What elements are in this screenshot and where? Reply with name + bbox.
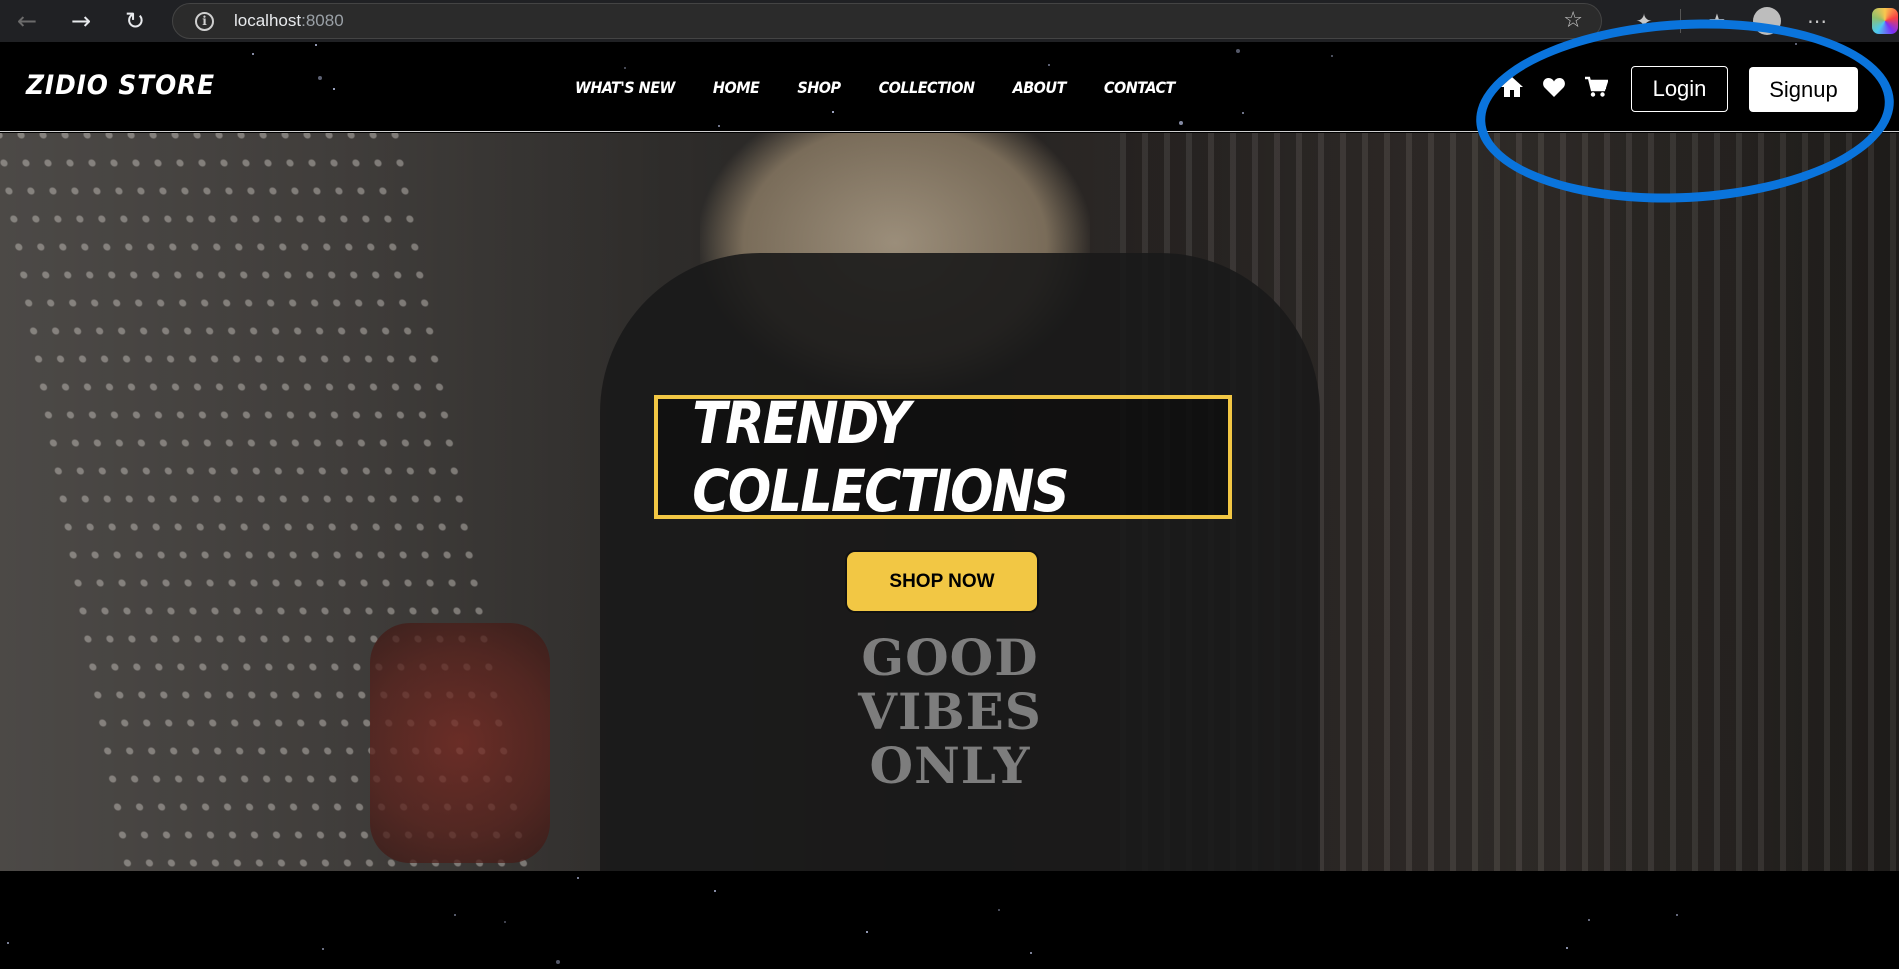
forward-icon[interactable]: → xyxy=(54,0,108,42)
site-header: ZIDIO STORE WHAT'S NEW HOME SHOP COLLECT… xyxy=(0,42,1899,132)
heart-icon[interactable] xyxy=(1542,76,1566,98)
site-info-icon[interactable]: i xyxy=(195,11,214,31)
url-port: :8080 xyxy=(301,11,344,30)
star-dot xyxy=(1676,914,1678,916)
url-host: localhost xyxy=(234,11,302,30)
home-icon[interactable] xyxy=(1500,76,1524,98)
nav-about[interactable]: ABOUT xyxy=(1013,78,1067,97)
toolbar-divider xyxy=(1680,9,1681,33)
browser-toolbar: ← → ↻ i localhost:8080 ☆ ✦ ★ ⋯ xyxy=(0,0,1899,42)
star-dot xyxy=(504,921,506,923)
star-dot xyxy=(322,948,324,950)
main-nav: WHAT'S NEW HOME SHOP COLLECTION ABOUT CO… xyxy=(575,78,1175,97)
nav-collection[interactable]: COLLECTION xyxy=(879,78,976,97)
nav-home[interactable]: HOME xyxy=(713,78,760,97)
login-button[interactable]: Login xyxy=(1631,66,1728,112)
favorite-star-icon[interactable]: ☆ xyxy=(1563,8,1583,33)
back-icon[interactable]: ← xyxy=(0,0,54,42)
star-dot xyxy=(998,909,1000,911)
nav-shop[interactable]: SHOP xyxy=(797,78,841,97)
nav-contact[interactable]: CONTACT xyxy=(1104,78,1175,97)
hero-title: TRENDY COLLECTIONS xyxy=(692,389,1069,525)
star-dot xyxy=(454,914,456,916)
cart-icon[interactable] xyxy=(1584,76,1608,98)
star-dot xyxy=(714,890,716,892)
favorites-icon[interactable]: ★ xyxy=(1703,9,1731,33)
hero-title-box: TRENDY COLLECTIONS xyxy=(654,389,1232,525)
browser-actions: ✦ ★ ⋯ xyxy=(1630,0,1831,42)
address-bar[interactable]: i localhost:8080 ☆ xyxy=(172,3,1602,39)
star-dot xyxy=(866,931,868,933)
star-dot xyxy=(7,942,9,944)
star-dot xyxy=(1566,947,1568,949)
star-dot xyxy=(577,877,579,879)
shop-now-button[interactable]: SHOP NOW xyxy=(845,550,1039,613)
hero-cushion-image xyxy=(370,623,550,863)
star-dot xyxy=(556,960,560,964)
profile-avatar-icon[interactable] xyxy=(1753,7,1781,35)
url-text[interactable]: localhost:8080 xyxy=(234,11,344,31)
extensions-icon[interactable]: ✦ xyxy=(1630,9,1658,33)
more-menu-icon[interactable]: ⋯ xyxy=(1803,9,1831,33)
nav-whats-new[interactable]: WHAT'S NEW xyxy=(575,78,675,97)
reload-icon[interactable]: ↻ xyxy=(108,0,162,42)
hero-shirt-print: GOOD VIBES ONLY xyxy=(858,628,1042,795)
copilot-icon[interactable] xyxy=(1872,8,1898,34)
signup-button[interactable]: Signup xyxy=(1749,67,1858,112)
header-icons xyxy=(1500,76,1608,98)
star-dot xyxy=(1030,952,1032,954)
hero-banner: GOOD VIBES ONLY TRENDY COLLECTIONS SHOP … xyxy=(0,133,1899,871)
star-dot xyxy=(1588,919,1590,921)
site-logo[interactable]: ZIDIO STORE xyxy=(26,70,215,101)
